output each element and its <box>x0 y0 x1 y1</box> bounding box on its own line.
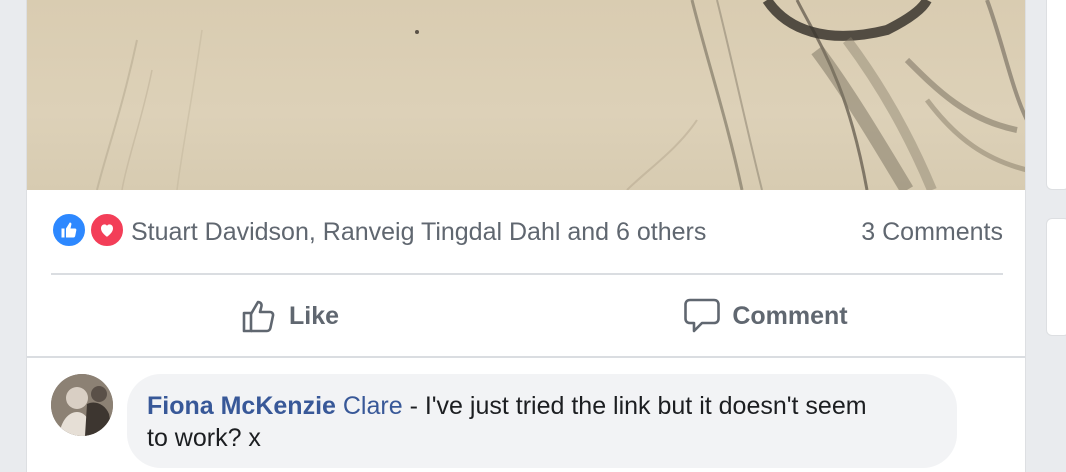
like-button[interactable]: Like <box>51 276 527 356</box>
comment-label: Comment <box>732 301 848 330</box>
comment-text: - I've just tried the link but it doesn'… <box>402 392 867 420</box>
comment-text-continued: to work? x <box>147 424 261 452</box>
like-label: Like <box>288 301 340 330</box>
reaction-icons[interactable] <box>51 212 127 248</box>
sketch-drawing <box>96 0 1025 190</box>
like-icon <box>51 212 87 248</box>
comment-button[interactable]: Comment <box>527 276 1003 356</box>
comment-mention-link[interactable]: Clare <box>343 392 403 420</box>
post-photo[interactable] <box>27 0 1025 190</box>
reaction-names-link[interactable]: Stuart Davidson, Ranveig Tingdal Dahl an… <box>131 218 706 247</box>
speech-bubble-icon <box>682 296 722 336</box>
reactions-summary: Stuart Davidson, Ranveig Tingdal Dahl an… <box>51 210 1003 254</box>
comment-bubble: Fiona McKenzie Clare - I've just tried t… <box>127 374 957 468</box>
comments-section: Fiona McKenzie Clare - I've just tried t… <box>27 358 1025 472</box>
post-actions: Like Comment <box>51 276 1003 356</box>
avatar[interactable] <box>51 374 113 436</box>
feed-post: Stuart Davidson, Ranveig Tingdal Dahl an… <box>26 0 1026 472</box>
comments-count-link[interactable]: 3 Comments <box>861 218 1003 247</box>
right-sidebar-card <box>1046 218 1066 336</box>
page-gutter <box>0 0 26 472</box>
right-sidebar-card <box>1046 0 1066 190</box>
comment-author-link[interactable]: Fiona McKenzie <box>147 392 336 420</box>
love-icon <box>89 212 125 248</box>
thumbs-up-icon <box>239 296 279 336</box>
divider <box>51 273 1003 275</box>
